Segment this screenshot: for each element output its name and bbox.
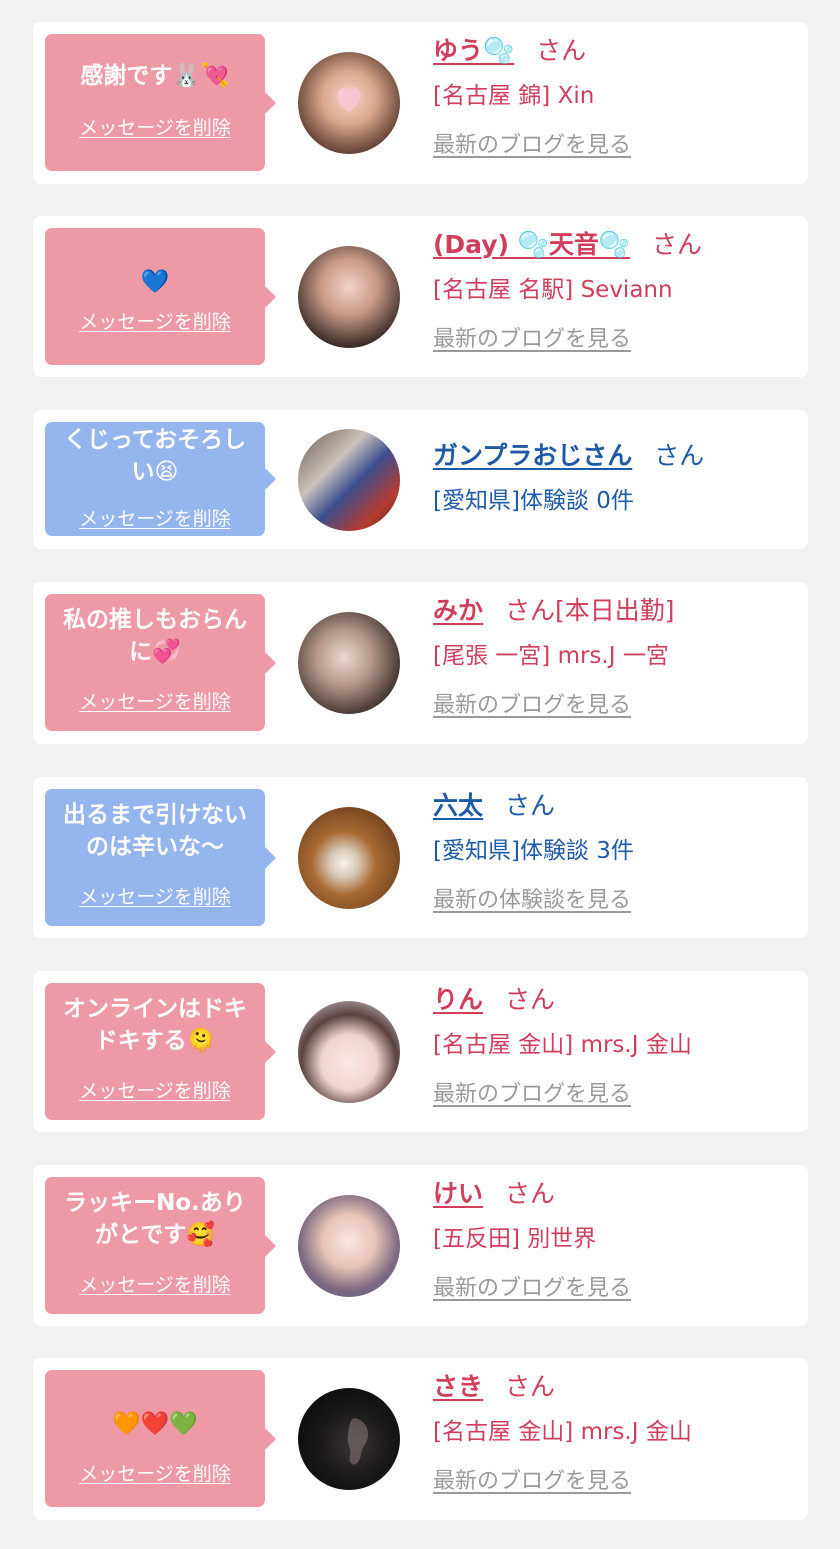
review-count-label: [愛知県]体験談 3件 [433, 838, 634, 864]
message-list: 感謝です🐰💘 メッセージを削除 ゆう🫧 さん [名古屋 錦] Xin 最新のブログ… [0, 0, 840, 1549]
shop-label: [名古屋 金山] mrs.J 金山 [433, 1419, 692, 1445]
list-item: 出るまで引けないのは辛いな〜 メッセージを削除 六太 さん [愛知県]体験談 3件… [33, 777, 808, 938]
message-bubble: くじっておそろしい😫 メッセージを削除 [45, 422, 276, 536]
delete-message-link[interactable]: メッセージを削除 [45, 1462, 265, 1486]
honorific: さん [505, 1372, 556, 1401]
avatar[interactable] [298, 612, 400, 714]
avatar[interactable] [298, 1001, 400, 1103]
message-text: 出るまで引けないのは辛いな〜 [63, 802, 247, 860]
latest-blog-link[interactable]: 最新のブログを見る [433, 1274, 631, 1304]
shop-label: [名古屋 錦] Xin [433, 83, 595, 109]
latest-blog-link[interactable]: 最新のブログを見る [433, 325, 631, 355]
list-item: 感謝です🐰💘 メッセージを削除 ゆう🫧 さん [名古屋 錦] Xin 最新のブログ… [33, 22, 808, 184]
sender-info: けい さん [五反田] 別世界 最新のブログを見る [433, 1175, 798, 1304]
sender-info: (Day) 🫧天音🫧 さん [名古屋 名駅] Seviann 最新のブログを見る [433, 226, 798, 355]
avatar[interactable] [298, 246, 400, 348]
message-text: くじっておそろしい😫 [63, 427, 247, 485]
sender-name-link[interactable]: さき [433, 1372, 483, 1401]
honorific: さん [536, 36, 587, 65]
shop-label: [五反田] 別世界 [433, 1226, 597, 1252]
message-bubble: オンラインはドキドキする🫠 メッセージを削除 [45, 983, 276, 1120]
delete-message-link[interactable]: メッセージを削除 [45, 1273, 265, 1297]
honorific: さん [505, 791, 556, 820]
sender-info: ゆう🫧 さん [名古屋 錦] Xin 最新のブログを見る [433, 32, 798, 161]
delete-message-link[interactable]: メッセージを削除 [45, 507, 265, 531]
sender-name-link[interactable]: ガンプラおじさん [433, 441, 632, 470]
avatar[interactable] [298, 807, 400, 909]
shop-label: [名古屋 金山] mrs.J 金山 [433, 1032, 692, 1058]
message-text: オンラインはドキドキする🫠 [63, 996, 247, 1054]
sender-name-link[interactable]: ゆう🫧 [433, 36, 514, 65]
avatar[interactable] [298, 1388, 400, 1490]
latest-review-link[interactable]: 最新の体験談を見る [433, 886, 631, 916]
sender-name-link[interactable]: 六太 [433, 791, 483, 820]
delete-message-link[interactable]: メッセージを削除 [45, 1079, 265, 1103]
message-bubble: 🧡❤️💚 メッセージを削除 [45, 1370, 276, 1507]
heart-sticker-icon [337, 87, 361, 112]
delete-message-link[interactable]: メッセージを削除 [45, 885, 265, 909]
honorific: さん [654, 441, 705, 470]
avatar[interactable] [298, 429, 400, 531]
list-item: オンラインはドキドキする🫠 メッセージを削除 りん さん [名古屋 金山] mrs… [33, 971, 808, 1132]
honorific: さん [505, 985, 556, 1014]
message-bubble: ラッキーNo.ありがとです🥰 メッセージを削除 [45, 1177, 276, 1314]
ear-silhouette-icon [347, 1418, 369, 1465]
list-item: 私の推しもおらんに💞 メッセージを削除 みか さん[本日出勤] [尾張 一宮] m… [33, 582, 808, 744]
message-text: ラッキーNo.ありがとです🥰 [64, 1190, 246, 1248]
sender-info: みか さん[本日出勤] [尾張 一宮] mrs.J 一宮 最新のブログを見る [433, 592, 798, 721]
message-bubble: 私の推しもおらんに💞 メッセージを削除 [45, 594, 276, 731]
message-bubble: 出るまで引けないのは辛いな〜 メッセージを削除 [45, 789, 276, 926]
shop-label: [名古屋 名駅] Seviann [433, 277, 673, 303]
avatar[interactable] [298, 1195, 400, 1297]
delete-message-link[interactable]: メッセージを削除 [45, 116, 265, 140]
message-bubble: 💙 メッセージを削除 [45, 228, 276, 365]
sender-info: 六太 さん [愛知県]体験談 3件 最新の体験談を見る [433, 787, 798, 916]
list-item: ラッキーNo.ありがとです🥰 メッセージを削除 けい さん [五反田] 別世界 最… [33, 1165, 808, 1326]
sender-info: さき さん [名古屋 金山] mrs.J 金山 最新のブログを見る [433, 1368, 798, 1497]
review-count-label: [愛知県]体験談 0件 [433, 488, 634, 514]
list-item: 🧡❤️💚 メッセージを削除 さき さん [名古屋 金山] mrs.J 金山 最新の… [33, 1358, 808, 1520]
honorific: さん[本日出勤] [505, 596, 675, 625]
message-text: 感謝です🐰💘 [80, 63, 230, 89]
honorific: さん [651, 230, 702, 259]
list-item: 💙 メッセージを削除 (Day) 🫧天音🫧 さん [名古屋 名駅] Seviann… [33, 216, 808, 377]
sender-info: ガンプラおじさん さん [愛知県]体験談 0件 [433, 437, 798, 518]
latest-blog-link[interactable]: 最新のブログを見る [433, 691, 631, 721]
latest-blog-link[interactable]: 最新のブログを見る [433, 1080, 631, 1110]
shop-label: [尾張 一宮] mrs.J 一宮 [433, 643, 669, 669]
latest-blog-link[interactable]: 最新のブログを見る [433, 1467, 631, 1497]
sender-name-link[interactable]: けい [433, 1179, 483, 1208]
message-text: 🧡❤️💚 [112, 1411, 198, 1437]
latest-blog-link[interactable]: 最新のブログを見る [433, 131, 631, 161]
message-text: 私の推しもおらんに💞 [63, 607, 247, 665]
message-text: 💙 [140, 269, 170, 295]
sender-name-link[interactable]: (Day) 🫧天音🫧 [433, 230, 630, 259]
honorific: さん [505, 1179, 556, 1208]
sender-info: りん さん [名古屋 金山] mrs.J 金山 最新のブログを見る [433, 981, 798, 1110]
delete-message-link[interactable]: メッセージを削除 [45, 310, 265, 334]
sender-name-link[interactable]: りん [433, 985, 483, 1014]
sender-name-link[interactable]: みか [433, 596, 483, 625]
list-item: くじっておそろしい😫 メッセージを削除 ガンプラおじさん さん [愛知県]体験談 … [33, 410, 808, 549]
avatar[interactable] [298, 52, 400, 154]
delete-message-link[interactable]: メッセージを削除 [45, 690, 265, 714]
message-bubble: 感謝です🐰💘 メッセージを削除 [45, 34, 276, 171]
